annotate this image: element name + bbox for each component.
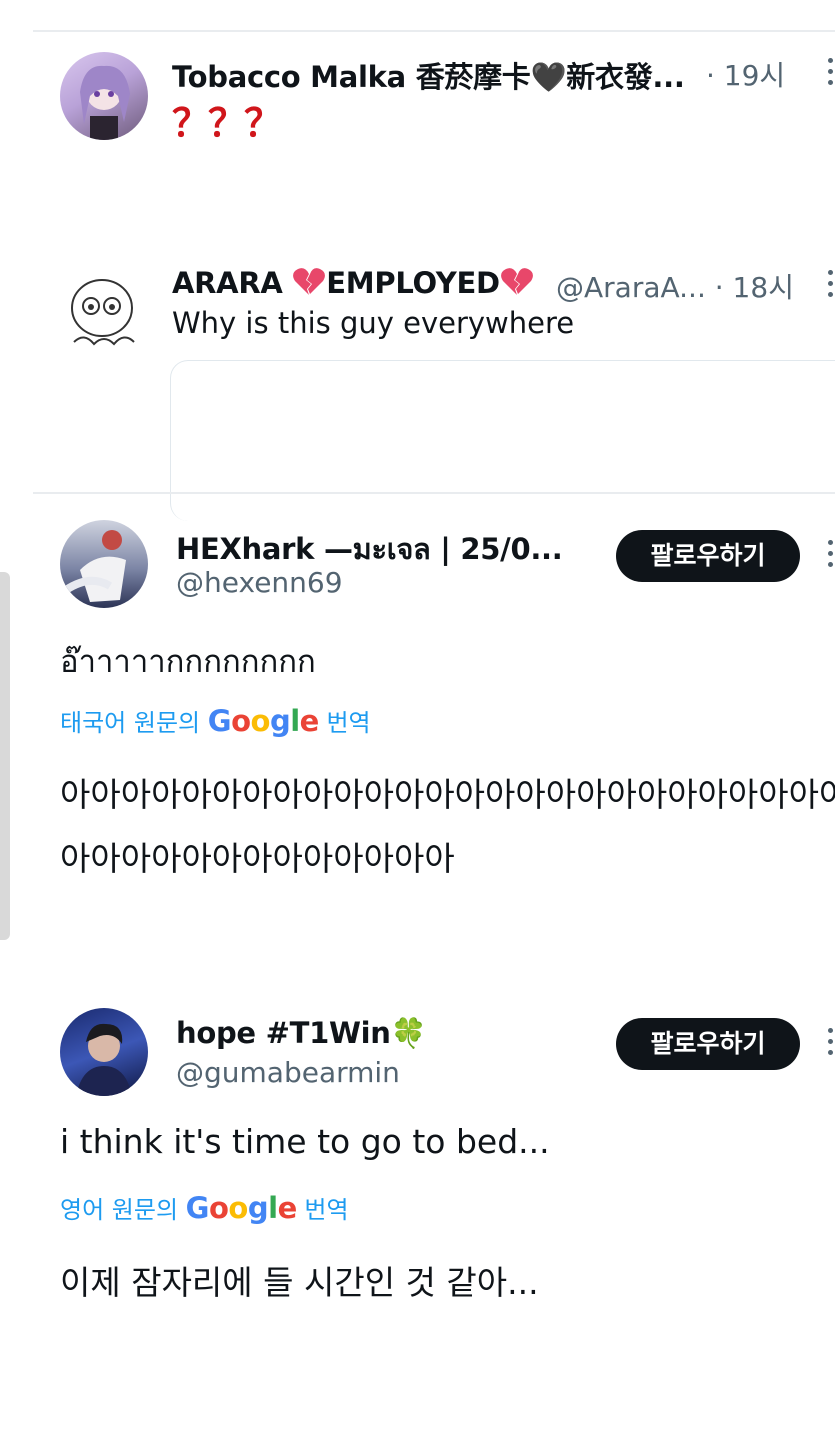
user-handle[interactable]: @gumabearmin [176,1056,400,1089]
doodle-avatar-icon [71,279,135,346]
scroll-handle[interactable] [0,572,10,940]
user-handle[interactable]: @hexenn69 [176,566,343,599]
post-text: ？？？ [172,101,282,145]
display-name[interactable]: Tobacco Malka 香菸摩卡🖤新衣發... [172,54,685,96]
anime-avatar-icon [80,65,130,140]
handle-and-timestamp[interactable]: @AraraA... · 18시 [556,266,794,306]
translation-attribution[interactable]: 영어 원문의 Google 번역 [60,1190,349,1225]
post-text: อ๊าาาาากกกกกกกก [60,644,316,680]
timestamp[interactable]: · 19시 [706,54,785,94]
google-logo: Google [207,704,320,738]
quoted-media-card[interactable] [170,360,835,521]
display-name[interactable]: hope #T1Win🍀 [176,1016,427,1051]
avatar[interactable] [60,520,148,608]
post-text: i think it's time to go to bed... [60,1122,550,1161]
translated-text: 이제 잠자리에 들 시간인 것 같아... [60,1263,539,1302]
post-text: Why is this guy everywhere [172,306,575,340]
avatar[interactable] [60,1008,148,1096]
more-options-icon[interactable] [825,1028,835,1061]
more-options-icon[interactable] [825,58,835,91]
follow-button[interactable]: 팔로우하기 [616,530,800,582]
broken-heart-icon [292,267,326,304]
person-avatar-icon [76,1023,132,1096]
divider [33,30,835,32]
translated-text-line-1: 아아아아아아아아아아아아아아아아아아아아아아아아아아 [60,775,835,814]
person-avatar-icon [63,530,126,602]
follow-button[interactable]: 팔로우하기 [616,1018,800,1070]
translation-attribution[interactable]: 태국어 원문의 Google 번역 [60,703,371,738]
avatar[interactable] [64,268,144,356]
divider [33,492,835,494]
more-options-icon[interactable] [825,540,835,573]
google-logo: Google [185,1191,298,1225]
translated-text-line-2: 아아아아아아아아아아아아아 [60,839,455,878]
more-options-icon[interactable] [825,270,835,303]
broken-heart-icon [500,267,534,304]
display-name[interactable]: ARARA EMPLOYED [172,266,534,304]
avatar[interactable] [60,52,148,140]
